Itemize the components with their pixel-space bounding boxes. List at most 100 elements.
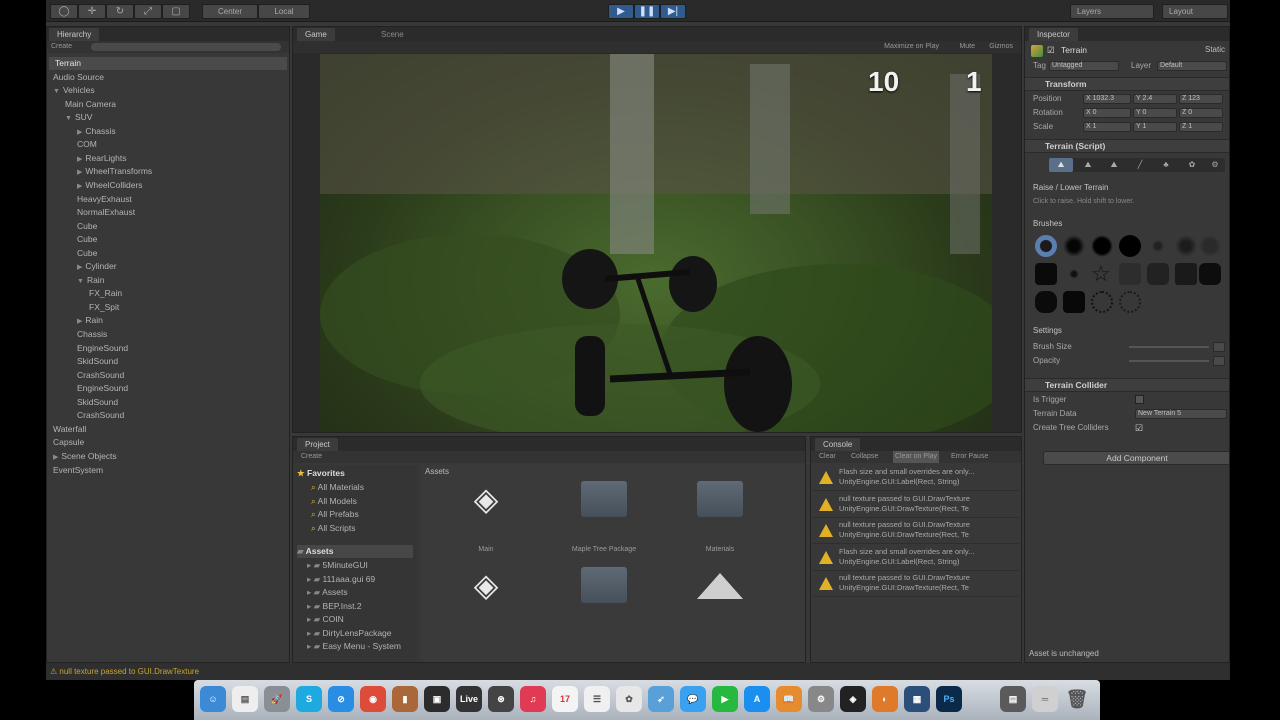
favorites-item[interactable]: ⌕ All Prefabs bbox=[311, 508, 359, 521]
layer-dropdown[interactable]: Default bbox=[1157, 61, 1227, 71]
favorites-item[interactable]: ⌕ All Models bbox=[311, 495, 357, 508]
app-store-icon[interactable]: A bbox=[744, 686, 770, 712]
move-tool-button[interactable]: ✛ bbox=[78, 4, 106, 19]
brush-option[interactable] bbox=[1119, 235, 1141, 257]
preview-icon[interactable]: ▦ bbox=[904, 686, 930, 712]
hierarchy-item[interactable]: Audio Source bbox=[53, 71, 104, 84]
expand-right-icon[interactable]: ▶ bbox=[77, 156, 82, 163]
brush-size-slider[interactable] bbox=[1129, 346, 1209, 348]
hierarchy-item[interactable]: EngineSound bbox=[77, 382, 128, 395]
tab-console[interactable]: Console bbox=[815, 438, 861, 451]
hierarchy-item[interactable]: NormalExhaust bbox=[77, 206, 135, 219]
static-toggle[interactable]: Static bbox=[1205, 45, 1225, 54]
rotation-x-field[interactable]: X 0 bbox=[1083, 108, 1131, 118]
expand-down-icon[interactable]: ▼ bbox=[53, 88, 60, 95]
hierarchy-item[interactable]: Main Camera bbox=[65, 98, 116, 111]
hierarchy-item[interactable]: Capsule bbox=[53, 436, 84, 449]
paint-texture-tool-icon[interactable]: ╱ bbox=[1129, 158, 1151, 172]
terrain-script-section-header[interactable]: Terrain (Script) bbox=[1025, 139, 1229, 153]
console-log-entry[interactable]: null texture passed to GUI.DrawTexture Un… bbox=[813, 571, 1019, 597]
brush-option[interactable] bbox=[1063, 235, 1085, 257]
hierarchy-item[interactable]: CrashSound bbox=[77, 409, 124, 422]
hierarchy-item[interactable]: SkidSound bbox=[77, 355, 118, 368]
itunes-icon[interactable]: ♫ bbox=[520, 686, 546, 712]
console-log-entry[interactable]: null texture passed to GUI.DrawTexture Un… bbox=[813, 518, 1019, 544]
console-error-pause-toggle[interactable]: Error Pause bbox=[951, 451, 988, 463]
paint-height-tool-icon[interactable]: ⛰ bbox=[1077, 158, 1099, 172]
is-trigger-checkbox[interactable] bbox=[1135, 395, 1144, 404]
asset-tile[interactable] bbox=[665, 559, 775, 639]
asset-folder-item[interactable]: ▸ ▰ Assets bbox=[307, 586, 348, 599]
console-log-entry[interactable]: null texture passed to GUI.DrawTexture Un… bbox=[813, 492, 1019, 518]
brush-option[interactable] bbox=[1091, 235, 1113, 257]
layout-dropdown[interactable]: Layout bbox=[1162, 4, 1228, 19]
hierarchy-item[interactable]: EventSystem bbox=[53, 464, 103, 477]
chrome-icon[interactable]: ◉ bbox=[360, 686, 386, 712]
brush-option[interactable] bbox=[1063, 291, 1085, 313]
brush-option[interactable] bbox=[1119, 263, 1141, 285]
hierarchy-item[interactable]: FX_Spit bbox=[89, 301, 119, 314]
brush-option[interactable] bbox=[1147, 235, 1169, 257]
rotation-y-field[interactable]: Y 0 bbox=[1133, 108, 1177, 118]
favorites-item[interactable]: ⌕ All Scripts bbox=[311, 522, 355, 535]
transform-section-header[interactable]: Transform bbox=[1025, 77, 1229, 91]
smooth-height-tool-icon[interactable]: ⛰ bbox=[1103, 158, 1125, 172]
brush-option[interactable] bbox=[1199, 235, 1221, 257]
place-trees-tool-icon[interactable]: ♣ bbox=[1155, 158, 1177, 172]
expand-down-icon[interactable]: ▼ bbox=[77, 278, 84, 285]
downloads-stack-icon[interactable]: ▤ bbox=[1000, 686, 1026, 712]
console-clear-button[interactable]: Clear bbox=[819, 451, 836, 463]
ibooks-icon[interactable]: 📖 bbox=[776, 686, 802, 712]
asset-folder-item[interactable]: ▸ ▰ COIN bbox=[307, 613, 344, 626]
position-x-field[interactable]: X 1032.3 bbox=[1083, 94, 1131, 104]
terrain-settings-tool-icon[interactable]: ⚙ bbox=[1205, 158, 1225, 172]
project-create-dropdown[interactable]: Create bbox=[301, 453, 322, 460]
photo-booth-icon[interactable]: ▣ bbox=[424, 686, 450, 712]
expand-right-icon[interactable]: ▶ bbox=[77, 318, 82, 325]
position-y-field[interactable]: Y 2.4 bbox=[1133, 94, 1177, 104]
tab-project[interactable]: Project bbox=[297, 438, 338, 451]
expand-right-icon[interactable]: ▶ bbox=[77, 183, 82, 190]
scale-x-field[interactable]: X 1 bbox=[1083, 122, 1131, 132]
hierarchy-item[interactable]: ▼ Vehicles bbox=[53, 84, 95, 97]
create-tree-colliders-checkbox[interactable]: ☑ bbox=[1135, 422, 1143, 435]
expand-down-icon[interactable]: ▼ bbox=[65, 115, 72, 122]
play-button[interactable]: ▶ bbox=[608, 4, 634, 19]
hierarchy-item[interactable]: Waterfall bbox=[53, 423, 86, 436]
star-brush-icon[interactable]: ☆ bbox=[1091, 261, 1111, 287]
hierarchy-item[interactable]: ▶ Chassis bbox=[77, 125, 116, 138]
hierarchy-item[interactable]: ▶ WheelColliders bbox=[77, 179, 143, 192]
brush-option[interactable] bbox=[1035, 263, 1057, 285]
console-clear-on-play-toggle[interactable]: Clear on Play bbox=[893, 451, 940, 463]
blender-icon[interactable]: ◐ bbox=[872, 686, 898, 712]
hierarchy-item[interactable]: Cube bbox=[77, 233, 97, 246]
hierarchy-create-dropdown[interactable]: Create bbox=[51, 43, 72, 50]
assets-header[interactable]: ▰ Assets bbox=[297, 545, 413, 558]
hierarchy-item[interactable]: ▶ Rain bbox=[77, 314, 103, 327]
raise-lower-tool-icon[interactable]: ⛰ bbox=[1049, 158, 1073, 172]
scale-tool-button[interactable]: ⤢ bbox=[134, 4, 162, 19]
game-viewport[interactable]: 10 1 bbox=[320, 54, 992, 432]
console-log-entry[interactable]: Flash size and small overrides are only.… bbox=[813, 545, 1019, 571]
photoshop-icon[interactable]: Ps bbox=[936, 686, 962, 712]
brush-option[interactable] bbox=[1147, 263, 1169, 285]
tab-inspector[interactable]: Inspector bbox=[1029, 28, 1078, 41]
calendar-icon[interactable]: 17 bbox=[552, 686, 578, 712]
asset-tile[interactable]: Materials bbox=[665, 473, 775, 553]
notes-icon[interactable]: ▤ bbox=[232, 686, 258, 712]
unity-icon[interactable]: ◈ bbox=[840, 686, 866, 712]
documents-stack-icon[interactable]: ═ bbox=[1032, 686, 1058, 712]
tab-game[interactable]: Game bbox=[297, 28, 335, 41]
object-active-checkbox[interactable]: ☑ bbox=[1047, 45, 1055, 56]
rect-tool-button[interactable]: ▢ bbox=[162, 4, 190, 19]
brush-option[interactable] bbox=[1091, 291, 1113, 313]
photos-icon[interactable]: ✿ bbox=[616, 686, 642, 712]
contacts-icon[interactable]: ▮ bbox=[392, 686, 418, 712]
hierarchy-item[interactable]: ▶ RearLights bbox=[77, 152, 127, 165]
asset-tile[interactable] bbox=[549, 559, 659, 639]
console-log-entry[interactable]: Flash size and small overrides are only.… bbox=[813, 465, 1019, 491]
brush-option[interactable] bbox=[1199, 263, 1221, 285]
pivot-center-button[interactable]: Center bbox=[202, 4, 258, 19]
brush-option[interactable] bbox=[1035, 235, 1057, 257]
reminders-icon[interactable]: ☰ bbox=[584, 686, 610, 712]
